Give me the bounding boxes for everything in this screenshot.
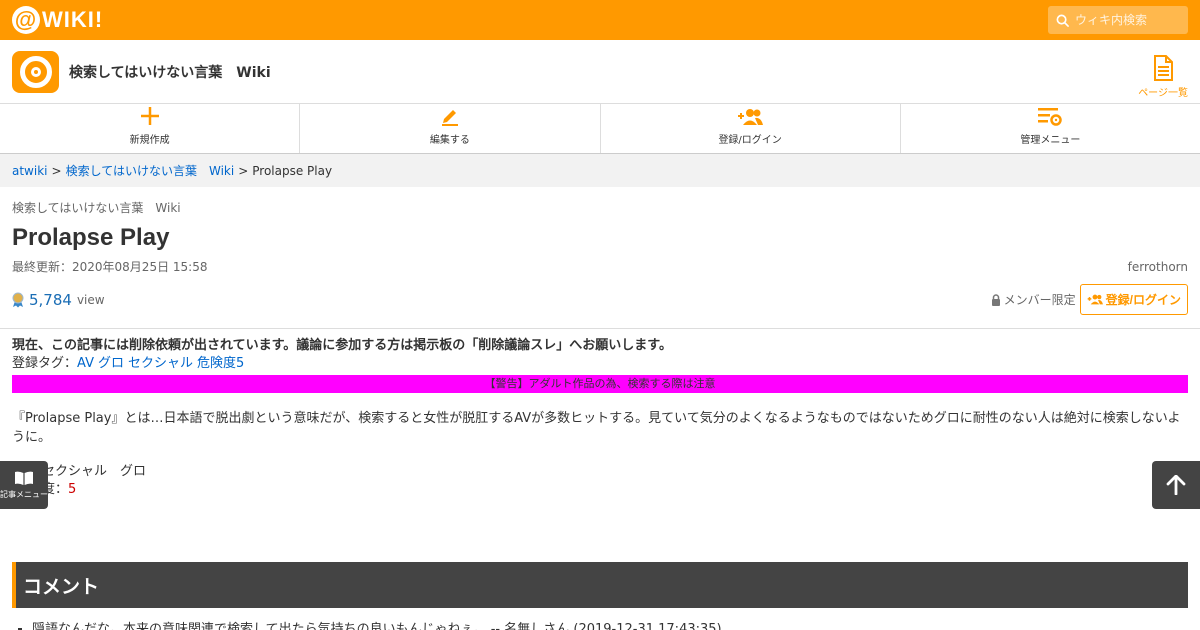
search-input[interactable] (1075, 13, 1175, 27)
danger-level-value: 5 (68, 482, 77, 497)
tag-link[interactable]: セクシャル (128, 356, 193, 371)
at-icon: @ (12, 6, 40, 34)
tags-label: 登録タグ： (12, 356, 78, 371)
breadcrumb-separator: > (51, 163, 62, 178)
view-count: 5,784 (29, 291, 72, 309)
page-header: 検索してはいけない言葉 Wiki Prolapse Play 最終更新：2020… (0, 187, 1200, 329)
edit-label: 編集する (429, 135, 470, 146)
article-menu-label: 記事メニュー (0, 489, 48, 499)
login-button-label: 登録/ログイン (1105, 293, 1181, 307)
breadcrumb-wiki-link[interactable]: 検索してはいけない言葉 Wiki (66, 162, 235, 179)
last-updated: 最終更新：2020年08月25日 15:58 (12, 260, 208, 274)
page-list-button[interactable]: ページ一覧 (1138, 45, 1188, 99)
breadcrumb-root-link[interactable]: atwiki (12, 164, 48, 178)
view-counter: 5,784 view (12, 291, 105, 309)
adult-warning-banner: 【警告】アダルト作品の為、検索する際は注意 (12, 375, 1188, 393)
article-body: 現在、この記事には削除依頼が出されています。議論に参加する方は掲示板の「削除議論… (0, 329, 1200, 499)
site-title[interactable]: 検索してはいけない言葉 Wiki (69, 62, 271, 82)
tag-link[interactable]: グロ (98, 356, 124, 371)
arrow-up-icon (1166, 475, 1186, 495)
settings-list-icon (1038, 108, 1063, 126)
new-page-button[interactable]: 新規作成 (0, 104, 301, 153)
admin-menu-button[interactable]: 管理メニュー (901, 104, 1200, 153)
comment-item: 隠語なんだな。本来の意味関連で検索して出たら気持ちの良いもんじゃねぇ。 -- 名… (32, 618, 722, 630)
open-book-icon (15, 471, 33, 485)
breadcrumb-separator: > (238, 163, 249, 178)
article-categories: セクシャル グロ 度：5 (12, 463, 1188, 499)
pencil-icon (441, 110, 458, 126)
atwiki-logo-text: WIKI! (42, 7, 104, 32)
award-icon (12, 292, 24, 308)
deletion-notice: 現在、この記事には削除依頼が出されています。議論に参加する方は掲示板の「削除議論… (12, 338, 673, 353)
site-logo-icon[interactable] (12, 50, 59, 93)
category-line: セクシャル グロ (42, 464, 147, 479)
edit-button[interactable]: 編集する (300, 104, 601, 153)
tag-link[interactable]: AV (77, 356, 94, 371)
action-toolbar: 新規作成 編集する 登録/ログイン 管理メニュー (0, 104, 1200, 154)
new-page-label: 新規作成 (129, 135, 170, 146)
search-icon[interactable] (1056, 14, 1069, 27)
danger-level-line: 度：5 (42, 481, 1188, 499)
document-icon (1154, 54, 1174, 81)
atwiki-logo[interactable]: @ WIKI! (12, 6, 103, 34)
add-users-icon (738, 109, 764, 125)
view-label: view (76, 293, 105, 307)
access-controls: メンバー限定 登録/ログイン (991, 284, 1188, 315)
comments-heading: コメント (12, 562, 1188, 608)
breadcrumb-current: Prolapse Play (252, 163, 333, 178)
tag-link[interactable]: 危険度5 (197, 356, 244, 371)
comment-list: 隠語なんだな。本来の意味関連で検索して出たら気持ちの良いもんじゃねぇ。 -- 名… (20, 618, 722, 630)
article-paragraph: 『Prolapse Play』とは…日本語で脱出劇という意味だが、検索すると女性… (12, 411, 1181, 445)
page-list-label: ページ一覧 (1138, 87, 1188, 99)
site-brand[interactable]: 検索してはいけない言葉 Wiki (12, 50, 271, 93)
lock-icon (991, 293, 1000, 306)
add-users-icon (1087, 294, 1103, 305)
member-only-label: メンバー限定 (1003, 293, 1076, 307)
admin-menu-label: 管理メニュー (1020, 135, 1081, 146)
site-header: 検索してはいけない言葉 Wiki ページ一覧 (0, 40, 1200, 104)
register-login-label: 登録/ログイン (718, 135, 782, 146)
wiki-name: 検索してはいけない言葉 Wiki (12, 201, 181, 215)
tag-list: 登録タグ：AV グロ セクシャル 危険度5 (12, 355, 1188, 373)
search-box[interactable] (1048, 6, 1188, 34)
member-only-badge: メンバー限定 (991, 291, 1076, 308)
register-login-button[interactable]: 登録/ログイン (601, 104, 901, 153)
page-title: Prolapse Play (12, 224, 170, 251)
scroll-to-top-button[interactable] (1152, 461, 1200, 509)
article-menu-button[interactable]: 記事メニュー (0, 461, 48, 509)
global-header: @ WIKI! (0, 0, 1200, 40)
plus-icon (140, 107, 159, 125)
breadcrumb: atwiki > 検索してはいけない言葉 Wiki > Prolapse Pla… (0, 154, 1200, 187)
author-name[interactable]: ferrothorn (1128, 260, 1188, 274)
login-button[interactable]: 登録/ログイン (1079, 284, 1188, 315)
